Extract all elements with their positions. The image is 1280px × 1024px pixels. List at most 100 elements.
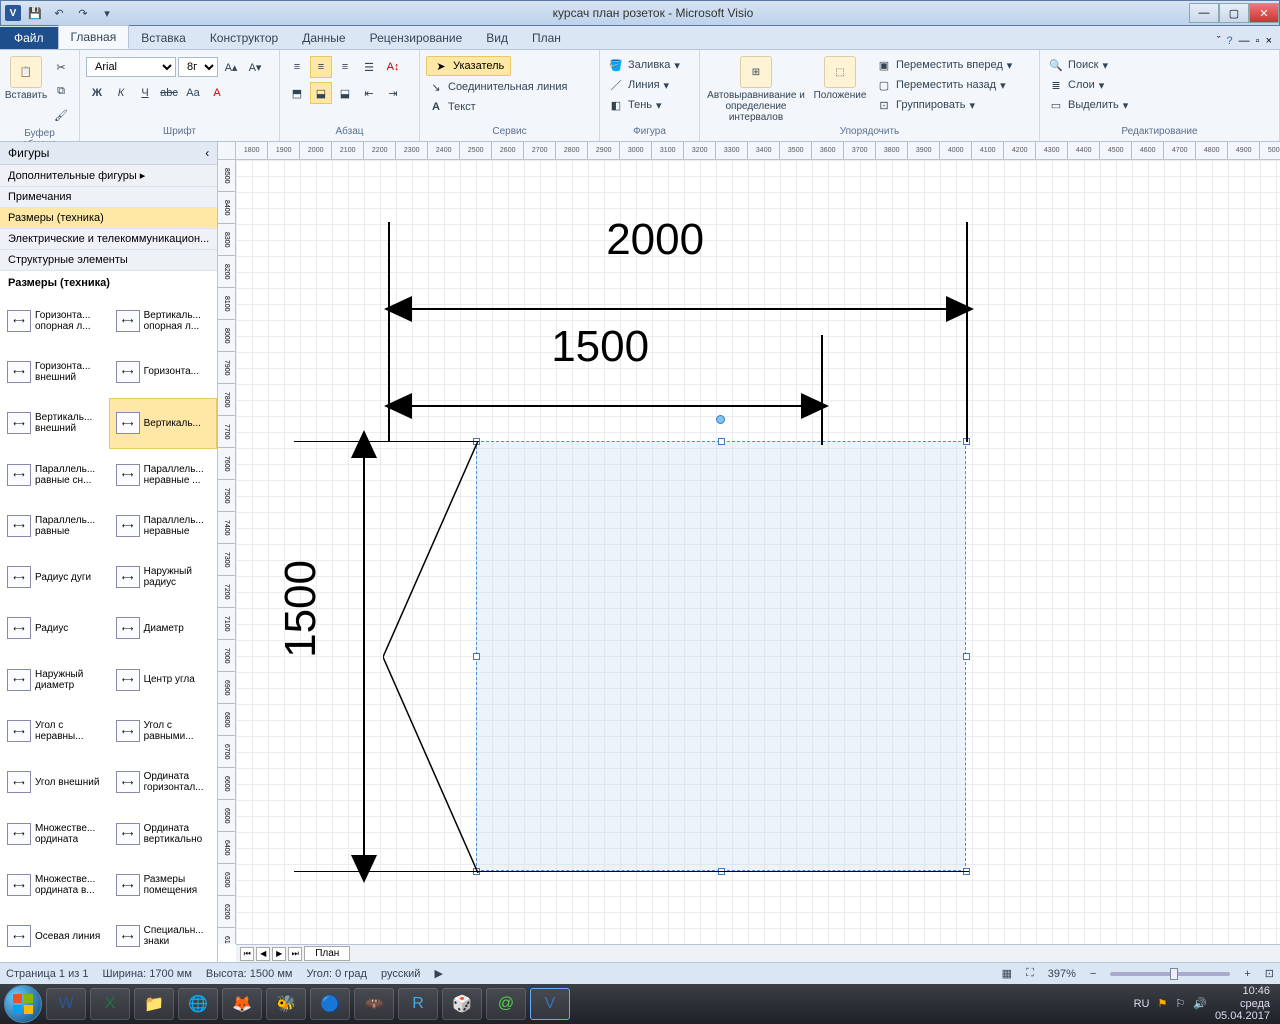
stencil-item-13[interactable]: ⟷Диаметр (109, 603, 218, 654)
shrink-font-icon[interactable]: A▾ (244, 56, 266, 78)
stencil-item-2[interactable]: ⟷Горизонта... внешний (0, 346, 109, 397)
line-button[interactable]: ／Линия ▾ (606, 76, 671, 94)
stencil-item-5[interactable]: ⟷Вертикаль... (109, 398, 218, 449)
tray-av-icon[interactable]: ⚑ (1157, 997, 1167, 1010)
stencil-item-23[interactable]: ⟷Размеры помещения (109, 859, 218, 910)
stencil-item-20[interactable]: ⟷Множестве... ордината (0, 808, 109, 859)
more-shapes-category[interactable]: Дополнительные фигуры ▸ (0, 165, 217, 187)
taskbar-app-6[interactable]: 🎲 (442, 988, 482, 1020)
tray-flag-icon[interactable]: ⚐ (1175, 997, 1185, 1010)
align-top-icon[interactable]: ⬒ (286, 82, 308, 104)
qat-undo-icon[interactable]: ↶ (49, 3, 69, 23)
stencil-item-24[interactable]: ⟷Осевая линия (0, 911, 109, 962)
zoom-slider[interactable] (1110, 972, 1230, 976)
font-size-select[interactable]: 8пт (178, 57, 218, 77)
page-prev-icon[interactable]: ◀ (256, 947, 270, 961)
grow-font-icon[interactable]: A▴ (220, 56, 242, 78)
taskbar-app-word[interactable]: W (46, 988, 86, 1020)
taskbar-app-2[interactable]: 🦊 (222, 988, 262, 1020)
page-first-icon[interactable]: ⏮ (240, 947, 254, 961)
page-last-icon[interactable]: ⏭ (288, 947, 302, 961)
shadow-button[interactable]: ◧Тень ▾ (606, 96, 664, 114)
align-bottom-icon[interactable]: ⬓ (334, 82, 356, 104)
sb-view-icon[interactable]: ▦ (1002, 967, 1012, 980)
layers-button[interactable]: ≣Слои ▾ (1046, 76, 1106, 94)
tab-insert[interactable]: Вставка (129, 27, 198, 49)
taskbar-app-excel[interactable]: X (90, 988, 130, 1020)
sb-zoom-value[interactable]: 397% (1048, 968, 1076, 980)
taskbar-app-chrome[interactable]: 🔵 (310, 988, 350, 1020)
strike-button[interactable]: abc (158, 82, 180, 104)
font-color-icon[interactable]: A (206, 82, 228, 104)
indent-dec-icon[interactable]: ⇤ (358, 82, 380, 104)
connector-tool-button[interactable]: ↘Соединительная линия (426, 78, 569, 96)
font-family-select[interactable]: Arial (86, 57, 176, 77)
start-button[interactable] (4, 985, 42, 1023)
pointer-tool-button[interactable]: ➤Указатель (426, 56, 511, 76)
sb-fullscreen-icon[interactable]: ⛶ (1026, 967, 1034, 980)
minimize-ribbon-icon[interactable]: ˇ (1217, 35, 1221, 47)
taskbar-app-explorer[interactable]: 📁 (134, 988, 174, 1020)
underline-button[interactable]: Ч (134, 82, 156, 104)
rotate-handle[interactable] (716, 415, 725, 424)
vertical-ruler[interactable]: 8500840083008200810080007900780077007600… (218, 160, 236, 944)
help-icon[interactable]: ? (1227, 35, 1233, 47)
text-direction-icon[interactable]: A↕ (382, 56, 404, 78)
handle-tm[interactable] (718, 438, 725, 445)
qat-customize-icon[interactable]: ▾ (97, 3, 117, 23)
fill-button[interactable]: 🪣Заливка ▾ (606, 56, 682, 74)
position-button[interactable]: ⬚ Положение (810, 56, 870, 101)
tab-review[interactable]: Рецензирование (358, 27, 475, 49)
stencil-item-16[interactable]: ⟷Угол с неравны... (0, 705, 109, 756)
stencil-item-14[interactable]: ⟷Наружный диаметр (0, 654, 109, 705)
stencil-item-22[interactable]: ⟷Множестве... ордината в... (0, 859, 109, 910)
mdi-minimize-icon[interactable]: — (1239, 35, 1250, 47)
stencil-item-6[interactable]: ⟷Параллель... равные сн... (0, 449, 109, 500)
text-tool-button[interactable]: AТекст (426, 98, 478, 116)
stencil-item-21[interactable]: ⟷Ордината вертикально (109, 808, 218, 859)
shapes-collapse-icon[interactable]: ‹ (205, 146, 209, 160)
indent-inc-icon[interactable]: ⇥ (382, 82, 404, 104)
align-middle-icon[interactable]: ⬓ (310, 82, 332, 104)
category-structural[interactable]: Структурные элементы (0, 250, 217, 271)
minimize-button[interactable]: — (1189, 3, 1219, 23)
qat-redo-icon[interactable]: ↷ (73, 3, 93, 23)
tray-lang[interactable]: RU (1134, 998, 1150, 1010)
stencil-item-17[interactable]: ⟷Угол с равными... (109, 705, 218, 756)
stencil-item-1[interactable]: ⟷Вертикаль... опорная л... (109, 295, 218, 346)
zoom-out-button[interactable]: − (1090, 968, 1096, 980)
zoom-fit-icon[interactable]: ⊡ (1265, 967, 1274, 980)
bullets-icon[interactable]: ☰ (358, 56, 380, 78)
drawing-canvas[interactable]: 2000 1500 1500 (236, 160, 1280, 944)
taskbar-app-5[interactable]: R (398, 988, 438, 1020)
chevron-shape[interactable] (383, 441, 483, 873)
maximize-button[interactable]: ▢ (1219, 3, 1249, 23)
handle-mr[interactable] (963, 653, 970, 660)
mdi-restore-icon[interactable]: ▫ (1256, 35, 1260, 47)
file-tab[interactable]: Файл (0, 27, 58, 49)
taskbar-app-7[interactable]: @ (486, 988, 526, 1020)
category-notes[interactable]: Примечания (0, 187, 217, 208)
paste-button[interactable]: 📋 Вставить (6, 56, 46, 101)
select-button[interactable]: ▭Выделить ▾ (1046, 96, 1130, 114)
bring-front-button[interactable]: ▣Переместить вперед ▾ (874, 56, 1014, 74)
stencil-item-10[interactable]: ⟷Радиус дуги (0, 552, 109, 603)
cut-icon[interactable]: ✂ (50, 56, 72, 78)
horizontal-ruler[interactable]: 1800190020002100220023002400250026002700… (236, 142, 1280, 160)
stencil-item-8[interactable]: ⟷Параллель... равные (0, 500, 109, 551)
qat-save-icon[interactable]: 💾 (25, 3, 45, 23)
align-right-icon[interactable]: ≡ (334, 56, 356, 78)
change-case-button[interactable]: Aa (182, 82, 204, 104)
format-painter-icon[interactable]: 🖌 (50, 104, 72, 126)
selected-shape[interactable] (476, 441, 966, 871)
category-electrical[interactable]: Электрические и телекоммуникацион... (0, 229, 217, 250)
sb-macro-icon[interactable]: ▶ (434, 967, 442, 980)
stencil-item-18[interactable]: ⟷Угол внешний (0, 757, 109, 808)
taskbar-app-visio[interactable]: V (530, 988, 570, 1020)
italic-button[interactable]: К (110, 82, 132, 104)
stencil-item-19[interactable]: ⟷Ордината горизонтал... (109, 757, 218, 808)
taskbar-app-3[interactable]: 🐝 (266, 988, 306, 1020)
stencil-item-4[interactable]: ⟷Вертикаль... внешний (0, 398, 109, 449)
page-next-icon[interactable]: ▶ (272, 947, 286, 961)
tab-home[interactable]: Главная (58, 25, 130, 49)
